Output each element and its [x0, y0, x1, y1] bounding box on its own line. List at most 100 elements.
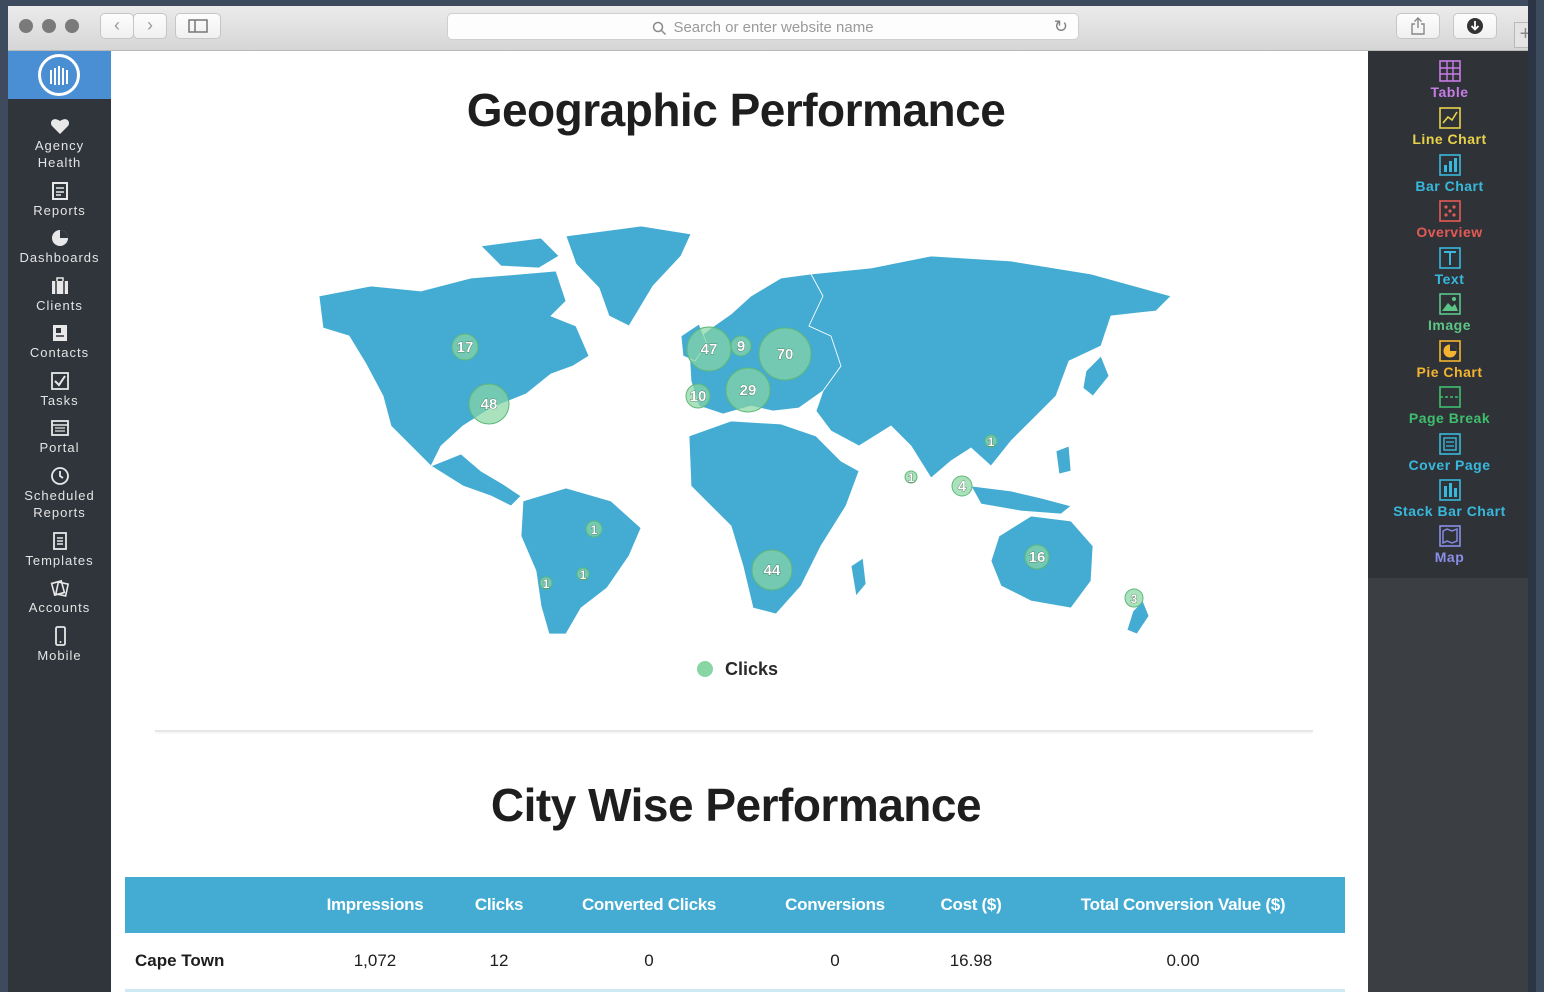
table-header-cell [125, 877, 301, 933]
widget-map[interactable]: Map [1368, 524, 1531, 565]
sidebar-item-clients[interactable]: Clients [8, 276, 111, 314]
page-title-geographic: Geographic Performance [466, 84, 1006, 136]
widget-label: Table [1430, 84, 1469, 100]
click-bubble-label: 16 [1029, 549, 1046, 566]
philippines-landmass [1055, 445, 1072, 475]
sidebar-item-label: Portal [39, 440, 80, 455]
sidebar-item-agency-health[interactable]: Agency Health [8, 116, 111, 171]
browser-window: ‹ › Search or enter website name ↻ + Age… [8, 6, 1536, 992]
overview-icon [1438, 200, 1461, 222]
click-bubble-label: 47 [701, 341, 718, 358]
page-title-city: City Wise Performance [490, 779, 982, 831]
table-header-cost[interactable]: Cost ($) [921, 877, 1021, 933]
clock-icon [50, 467, 69, 485]
widget-text[interactable]: Text [1368, 246, 1531, 287]
share-icon [1411, 17, 1425, 35]
sidebar-item-scheduled-reports[interactable]: Scheduled Reports [8, 466, 111, 521]
sidebar-item-label-line2: Reports [33, 505, 86, 520]
table-cell-city: Cape Town [125, 933, 301, 992]
mobile-icon [54, 626, 66, 646]
table-cell-impressions: 1,072 [301, 933, 449, 992]
click-bubble-label: 1 [591, 523, 598, 537]
accounts-icon [50, 579, 69, 597]
template-icon [52, 532, 67, 550]
sidebar-item-accounts[interactable]: Accounts [8, 578, 111, 616]
sidebar-icon [188, 19, 208, 33]
south-america-landmass [520, 487, 642, 635]
sidebar-item-reports[interactable]: Reports [8, 181, 111, 219]
table-header-row: Impressions Clicks Converted Clicks Conv… [125, 877, 1345, 933]
reload-icon[interactable]: ↻ [1054, 17, 1068, 37]
zoom-window-button[interactable] [65, 19, 79, 33]
share-button[interactable] [1396, 13, 1440, 39]
page-break-icon [1438, 386, 1461, 408]
sidebar-item-templates[interactable]: Templates [8, 531, 111, 569]
click-bubble-label: 4 [958, 478, 967, 495]
click-bubble-label: 3 [1131, 592, 1138, 606]
widget-label: Pie Chart [1416, 364, 1483, 380]
widget-stack-bar-chart[interactable]: Stack Bar Chart [1368, 478, 1531, 519]
table-header-impressions[interactable]: Impressions [301, 877, 449, 933]
download-icon [1467, 18, 1483, 34]
madagascar-landmass [850, 557, 867, 597]
sidebar-item-label-line2: Health [37, 155, 82, 170]
sidebar-item-dashboards[interactable]: Dashboards [8, 228, 111, 266]
world-map[interactable]: 17 48 47 9 70 10 29 1 1 1 1 1 44 4 16 3 [311, 216, 1181, 636]
central-america-landmass [430, 453, 522, 507]
widget-table[interactable]: Table [1368, 59, 1531, 100]
table-cell-cost: 16.98 [921, 933, 1021, 992]
sidebar-item-tasks[interactable]: Tasks [8, 371, 111, 409]
map-legend[interactable]: Clicks [697, 659, 778, 680]
main-content: Geographic Performance 17 48 47 9 70 10 … [111, 51, 1366, 992]
portal-icon [50, 420, 69, 436]
stack-bar-chart-icon [1438, 479, 1461, 501]
legend-swatch [697, 661, 713, 677]
report-icon [51, 182, 68, 200]
widget-bar-chart[interactable]: Bar Chart [1368, 153, 1531, 194]
click-bubble-label: 70 [777, 346, 794, 363]
widget-pie-chart[interactable]: Pie Chart [1368, 339, 1531, 380]
chevron-left-icon: ‹ [114, 15, 120, 35]
back-button[interactable]: ‹ [100, 13, 134, 39]
brand-logo[interactable] [8, 51, 111, 99]
map-icon [1438, 525, 1461, 547]
table-header-total-conversion-value[interactable]: Total Conversion Value ($) [1021, 877, 1345, 933]
table-icon [1438, 60, 1461, 82]
forward-button[interactable]: › [133, 13, 167, 39]
widget-overview[interactable]: Overview [1368, 199, 1531, 240]
address-bar[interactable]: Search or enter website name ↻ [447, 13, 1079, 40]
sidebar-item-portal[interactable]: Portal [8, 418, 111, 456]
widget-image[interactable]: Image [1368, 292, 1531, 333]
browser-toolbar: ‹ › Search or enter website name ↻ + [8, 6, 1536, 51]
sidebar-item-contacts[interactable]: Contacts [8, 323, 111, 361]
sidebar-item-label: Contacts [29, 345, 90, 360]
widget-label: Map [1434, 549, 1465, 565]
table-header-clicks[interactable]: Clicks [449, 877, 549, 933]
widget-label: Page Break [1408, 410, 1491, 426]
minimize-window-button[interactable] [42, 19, 56, 33]
table-cell-clicks: 12 [449, 933, 549, 992]
sidebar-item-mobile[interactable]: Mobile [8, 626, 111, 664]
sidebar-item-label: Scheduled [24, 488, 95, 503]
pie-icon [51, 230, 68, 246]
table-cell-conversions: 0 [749, 933, 921, 992]
sidebar-item-label: Templates [25, 553, 94, 568]
sidebar-toggle-button[interactable] [175, 13, 221, 39]
sidebar-item-label: Mobile [37, 648, 82, 663]
widget-page-break[interactable]: Page Break [1368, 385, 1531, 426]
heart-icon [50, 119, 69, 134]
checkbox-icon [50, 372, 69, 390]
table-header-conversions[interactable]: Conversions [749, 877, 921, 933]
text-icon [1438, 247, 1461, 269]
line-chart-icon [1438, 107, 1461, 129]
logo-icon [38, 54, 80, 96]
widget-label: Text [1434, 271, 1465, 287]
downloads-button[interactable] [1453, 13, 1497, 39]
chevron-right-icon: › [147, 15, 153, 35]
table-header-converted-clicks[interactable]: Converted Clicks [549, 877, 749, 933]
widget-line-chart[interactable]: Line Chart [1368, 106, 1531, 147]
click-bubble-label: 9 [737, 338, 745, 355]
close-window-button[interactable] [19, 19, 33, 33]
click-bubble-label: 10 [690, 388, 707, 405]
widget-cover-page[interactable]: Cover Page [1368, 432, 1531, 473]
